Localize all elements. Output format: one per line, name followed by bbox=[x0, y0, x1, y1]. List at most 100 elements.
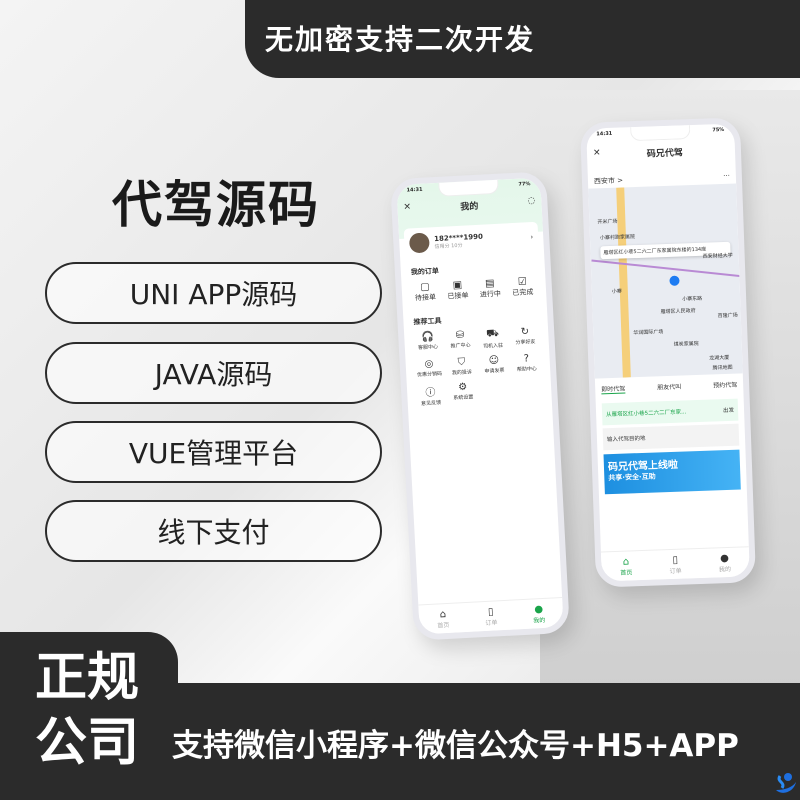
promo-banner[interactable]: 码兄代驾上线啦 共享·安全·互助 bbox=[603, 449, 741, 495]
map-label: 雁塔区人民政府 bbox=[660, 308, 696, 316]
order-item[interactable]: ▢ 待接单 bbox=[411, 281, 439, 303]
user-icon: ● bbox=[719, 552, 730, 564]
map-label: 华润国际广场 bbox=[633, 329, 664, 337]
feature-pill: 线下支付 bbox=[45, 500, 382, 562]
tab-mine[interactable]: ● 我的 bbox=[532, 603, 545, 624]
tab-home[interactable]: ⌂ 首页 bbox=[437, 608, 449, 629]
user-icon: ● bbox=[534, 603, 544, 615]
tool-label: 分享好友 bbox=[515, 339, 536, 347]
map-label: 小寨东路 bbox=[682, 295, 703, 303]
gear-icon: ⚙ bbox=[457, 381, 468, 394]
map-label: 开米广场 bbox=[597, 218, 618, 226]
tab-label: 我的 bbox=[533, 616, 546, 625]
coupon-icon: ◎ bbox=[424, 358, 434, 370]
tab-label: 我的 bbox=[718, 565, 732, 573]
tab-friend[interactable]: 朋友代叫 bbox=[657, 382, 681, 393]
phone-mine-screen: 14:31 77% ✕ 我的 ◌ 182****1990 信用分 10分 › 我的订单 … bbox=[390, 171, 570, 641]
order-icon: ▢ bbox=[419, 281, 430, 293]
tool-item[interactable]: ⛉ 我的投诉 bbox=[448, 356, 475, 377]
order-item[interactable]: ▤ 进行中 bbox=[476, 278, 504, 300]
tool-label: 客服中心 bbox=[417, 344, 439, 352]
more-icon[interactable]: ··· bbox=[723, 172, 730, 182]
tab-label: 订单 bbox=[669, 567, 682, 575]
tool-item[interactable]: ? 帮助中心 bbox=[513, 353, 540, 373]
city-selector[interactable]: 西安市 > bbox=[594, 175, 623, 186]
map-label: 百隆广场 bbox=[717, 312, 738, 320]
tool-item[interactable]: ☺ 申请发票 bbox=[480, 355, 507, 375]
tab-home[interactable]: ⌂ 首页 bbox=[620, 555, 633, 577]
tab-bar: ⌂ 首页 ▯ 订单 ● 我的 bbox=[600, 546, 750, 582]
shield-icon: ⛉ bbox=[457, 356, 466, 369]
platform-support: 支持微信小程序+微信公众号+H5+APP bbox=[172, 728, 739, 764]
tools-card: 推荐工具 🎧 客服中心 ⛁ 推广中心 ⛟ 司机入驻 ↻ 分享好友 ◎ 优惠分销码 ⛉ 我的投诉 ☺ 申请发… bbox=[408, 305, 548, 413]
tool-item[interactable]: ⛁ 推广中心 bbox=[447, 329, 475, 351]
from-field[interactable]: 从雁塔区红小巷5二六二厂东家... 出发 bbox=[601, 398, 739, 426]
truck-icon: ▤ bbox=[484, 278, 495, 290]
box-icon: ▣ bbox=[452, 279, 463, 292]
home-icon: ⌂ bbox=[439, 608, 447, 620]
company-line2: 公司 bbox=[35, 713, 140, 773]
tab-mine[interactable]: ● 我的 bbox=[718, 552, 732, 573]
map-label: 西安财经大学 bbox=[702, 252, 733, 260]
tool-item[interactable]: ⛟ 司机入驻 bbox=[479, 328, 507, 350]
message-icon[interactable]: ◌ bbox=[527, 196, 536, 209]
feature-pill: UNI APP源码 bbox=[45, 262, 382, 324]
status-time: 14:31 bbox=[596, 130, 613, 138]
tool-label: 帮助中心 bbox=[516, 365, 538, 374]
order-label: 待接单 bbox=[414, 293, 437, 303]
tool-label: 申请发票 bbox=[484, 367, 505, 375]
status-battery: 77% bbox=[518, 181, 531, 188]
order-item[interactable]: ☑ 已完成 bbox=[509, 276, 537, 298]
tab-label: 首页 bbox=[620, 568, 633, 577]
home-icon: ⌂ bbox=[622, 555, 630, 568]
order-label: 已完成 bbox=[512, 288, 534, 298]
phone-home-screen: 14:31 75% ✕ 码兄代驾 西安市 > ··· 雁塔区红小巷5二六二厂东家属院东… bbox=[579, 117, 757, 588]
tab-label: 订单 bbox=[485, 618, 498, 627]
car-icon: ⛟ bbox=[485, 327, 500, 340]
share-icon: ↻ bbox=[520, 326, 530, 338]
map-label: 小寨 bbox=[611, 288, 622, 295]
tab-reserve[interactable]: 预约代驾 bbox=[713, 380, 737, 391]
orders-card: 我的订单 ▢ 待接单 ▣ 已接单 ▤ 进行中 ☑ 已完成 bbox=[405, 255, 542, 309]
map-label: 龙湖大厦 bbox=[709, 354, 730, 362]
map[interactable]: 雁塔区红小巷5二六二厂东家属院东楼的134座 开米广场 小寨村跑家属院 小寨 小… bbox=[588, 183, 743, 379]
screen-title: 我的 bbox=[460, 201, 479, 213]
order-item[interactable]: ▣ 已接单 bbox=[444, 279, 472, 301]
order-label: 已接单 bbox=[447, 291, 469, 301]
tool-item[interactable]: ⓘ 意见反馈 bbox=[417, 383, 445, 407]
location-pin-icon bbox=[669, 275, 680, 286]
document-icon: ▯ bbox=[487, 606, 494, 618]
destination-input[interactable]: 输入代驾目的地 bbox=[602, 423, 740, 451]
map-label: 小寨村跑家属院 bbox=[599, 234, 636, 242]
close-icon[interactable]: ✕ bbox=[593, 148, 601, 174]
tool-label: 系统设置 bbox=[453, 394, 474, 402]
info-icon: ⓘ bbox=[425, 387, 436, 399]
company-line1: 正规 bbox=[35, 648, 140, 708]
tab-orders[interactable]: ▯ 订单 bbox=[669, 554, 682, 575]
database-icon: ⛁ bbox=[455, 329, 465, 342]
tool-label: 司机入驻 bbox=[482, 342, 504, 350]
tool-item[interactable]: ◎ 优惠分销码 bbox=[415, 358, 442, 378]
feature-pill: JAVA源码 bbox=[45, 342, 382, 404]
check-icon: ☑ bbox=[517, 276, 528, 288]
page-title: 代驾源码 bbox=[112, 176, 320, 234]
tool-item[interactable]: 🎧 客服中心 bbox=[414, 331, 442, 353]
profile-card[interactable]: 182****1990 信用分 10分 › bbox=[403, 221, 540, 259]
avatar bbox=[408, 232, 430, 254]
headset-icon: 🎧 bbox=[421, 331, 435, 343]
feature-pill: VUE管理平台 bbox=[45, 421, 382, 483]
tool-item[interactable]: ↻ 分享好友 bbox=[511, 326, 539, 348]
map-label: 煤炭家属院 bbox=[673, 340, 699, 348]
tab-orders[interactable]: ▯ 订单 bbox=[484, 606, 498, 627]
document-icon: ▯ bbox=[672, 554, 679, 566]
map-logo: 腾讯地图 bbox=[712, 364, 733, 372]
screen-title: 码兄代驾 bbox=[646, 148, 684, 160]
order-label: 进行中 bbox=[479, 289, 502, 299]
close-icon[interactable]: ✕ bbox=[403, 202, 411, 215]
person-icon: ☺ bbox=[488, 354, 500, 367]
tool-item[interactable]: ⚙ 系统设置 bbox=[449, 381, 477, 405]
tool-label: 我的投诉 bbox=[451, 369, 473, 377]
tab-bar: ⌂ 首页 ▯ 订单 ● 我的 bbox=[418, 596, 564, 635]
tab-instant[interactable]: 即时代驾 bbox=[601, 383, 626, 395]
tool-label: 优惠分销码 bbox=[416, 370, 443, 379]
